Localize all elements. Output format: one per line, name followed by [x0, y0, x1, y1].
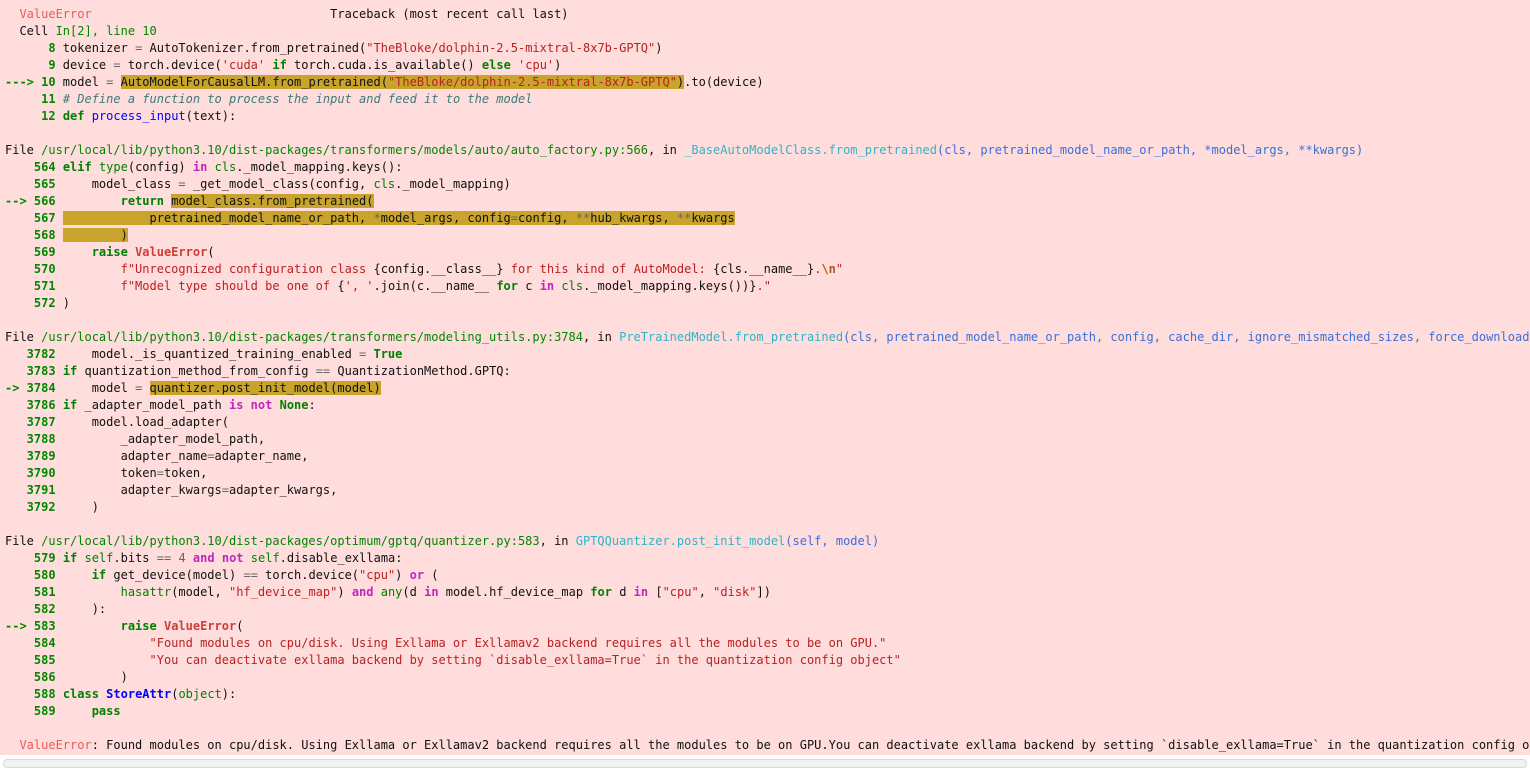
source-line: 3789 adapter_name=adapter_name,	[5, 449, 309, 463]
source-line: 565 model_class = _get_model_class(confi…	[5, 177, 511, 191]
source-line: 564 elif type(config) in cls._model_mapp…	[5, 160, 403, 174]
traceback-output: ValueError Traceback (most recent call l…	[0, 0, 1530, 755]
traceback-header: ValueError Traceback (most recent call l…	[19, 7, 569, 21]
frame-file-line: File /usr/local/lib/python3.10/dist-pack…	[5, 143, 1364, 157]
source-line: 3788 _adapter_model_path,	[5, 432, 266, 446]
source-line: 586 )	[5, 670, 128, 684]
source-line: 3783 if quantization_method_from_config …	[5, 364, 511, 378]
frame-file-line: File /usr/local/lib/python3.10/dist-pack…	[5, 534, 880, 548]
source-line: 579 if self.bits == 4 and not self.disab…	[5, 551, 403, 565]
error-message-line: ValueError: Found modules on cpu/disk. U…	[19, 738, 1530, 752]
source-line: 3782 model._is_quantized_training_enable…	[5, 347, 403, 361]
source-line: 568 )	[5, 228, 128, 242]
source-line: 3787 model.load_adapter(	[5, 415, 229, 429]
source-line: 11 # Define a function to process the in…	[5, 92, 533, 106]
cell-ref-line: Cell In[2], line 10	[19, 24, 157, 38]
source-line: 12 def process_input(text):	[5, 109, 237, 123]
source-line: 3792 )	[5, 500, 99, 514]
source-line: 572 )	[5, 296, 71, 310]
source-line: 585 "You can deactivate exllama backend …	[5, 653, 901, 667]
source-line: 582 ):	[5, 602, 107, 616]
source-line: 580 if get_device(model) == torch.device…	[5, 568, 439, 582]
source-line: 584 "Found modules on cpu/disk. Using Ex…	[5, 636, 887, 650]
source-line: 589 pass	[5, 704, 121, 718]
source-line: 588 class StoreAttr(object):	[5, 687, 237, 701]
source-line: 8 tokenizer = AutoTokenizer.from_pretrai…	[5, 41, 663, 55]
frame-file-line: File /usr/local/lib/python3.10/dist-pack…	[5, 330, 1530, 344]
source-line-current: --> 583 raise ValueError(	[5, 619, 244, 633]
source-line: 570 f"Unrecognized configuration class {…	[5, 262, 844, 276]
source-line: 569 raise ValueError(	[5, 245, 215, 259]
source-line-current: -> 3784 model = quantizer.post_init_mode…	[5, 381, 381, 395]
source-line: 3791 adapter_kwargs=adapter_kwargs,	[5, 483, 338, 497]
source-line: 3786 if _adapter_model_path is not None:	[5, 398, 316, 412]
source-line: 3790 token=token,	[5, 466, 208, 480]
source-line-current: ---> 10 model = AutoModelForCausalLM.fro…	[5, 75, 764, 89]
source-line: 9 device = torch.device('cuda' if torch.…	[5, 58, 562, 72]
source-line-current: --> 566 return model_class.from_pretrain…	[5, 194, 374, 208]
source-line: 567 pretrained_model_name_or_path, *mode…	[5, 211, 735, 225]
source-line: 571 f"Model type should be one of {', '.…	[5, 279, 771, 293]
source-line: 581 hasattr(model, "hf_device_map") and …	[5, 585, 771, 599]
